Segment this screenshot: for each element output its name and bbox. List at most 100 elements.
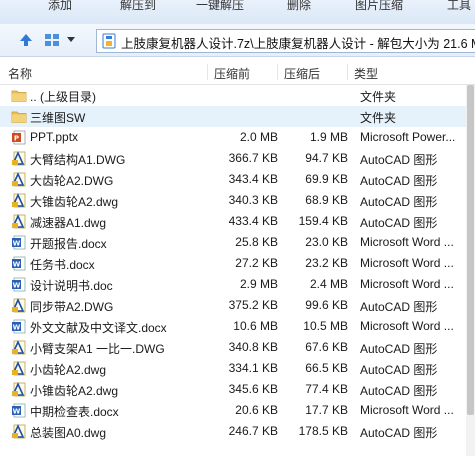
file-packed-size: 2.9 MB bbox=[239, 277, 278, 291]
address-row: 上肢康复机器人设计.7z\上肢康复机器人设计 - 解包大小为 21.6 M bbox=[0, 24, 475, 57]
file-size: 66.5 KB bbox=[305, 361, 348, 375]
file-name: 小齿轮A2.dwg bbox=[30, 363, 107, 377]
file-list: .. (上级目录) 文件夹 三维图SW 文件夹 P PPT.pptx 2.0 MB 1.9 M… bbox=[0, 85, 466, 442]
file-name: 大齿轮A2.DWG bbox=[30, 174, 114, 188]
dwg-icon bbox=[11, 361, 27, 376]
dwg-icon bbox=[11, 424, 27, 439]
file-name: 设计说明书.doc bbox=[30, 279, 113, 293]
up-arrow-icon[interactable] bbox=[16, 30, 36, 50]
svg-text:W: W bbox=[13, 282, 21, 290]
extract-to-button[interactable]: 解压到 bbox=[120, 0, 156, 13]
file-row[interactable]: 小臂支架A1 一比一.DWG 340.8 KB 67.6 KB AutoCAD 图形 bbox=[0, 337, 466, 358]
file-name: PPT.pptx bbox=[30, 130, 79, 144]
file-size: 23.0 KB bbox=[305, 235, 348, 249]
file-row[interactable]: 总装图A0.dwg 246.7 KB 178.5 KB AutoCAD 图形 bbox=[0, 421, 466, 442]
file-packed-size: 343.4 KB bbox=[228, 172, 278, 186]
word-icon: W bbox=[11, 403, 27, 418]
file-packed-size: 25.8 KB bbox=[235, 235, 278, 249]
svg-text:W: W bbox=[13, 324, 21, 332]
file-size: 99.6 KB bbox=[305, 298, 348, 312]
svg-text:P: P bbox=[14, 135, 19, 143]
file-type: AutoCAD 图形 bbox=[360, 195, 438, 209]
column-divider[interactable] bbox=[207, 64, 208, 80]
column-size[interactable]: 压缩后 bbox=[284, 65, 320, 82]
file-row[interactable]: .. (上级目录) 文件夹 bbox=[0, 85, 466, 106]
file-size: 17.7 KB bbox=[305, 403, 348, 417]
dwg-icon bbox=[11, 382, 27, 397]
file-size: 10.5 MB bbox=[303, 319, 348, 333]
vertical-scrollbar[interactable] bbox=[466, 85, 475, 456]
file-type: Microsoft Word ... bbox=[360, 235, 454, 249]
file-size: 23.2 KB bbox=[305, 256, 348, 270]
tools-button[interactable]: 工具 bbox=[447, 0, 471, 13]
chevron-down-icon[interactable] bbox=[64, 30, 78, 50]
file-type: Microsoft Word ... bbox=[360, 277, 454, 291]
delete-button[interactable]: 删除 bbox=[287, 0, 311, 13]
file-row[interactable]: W 开题报告.docx 25.8 KB 23.0 KB Microsoft Word .… bbox=[0, 232, 466, 253]
file-type: Microsoft Word ... bbox=[360, 319, 454, 333]
view-toggle-icon[interactable] bbox=[42, 30, 62, 50]
file-type: AutoCAD 图形 bbox=[360, 216, 438, 230]
scrollbar-thumb[interactable] bbox=[467, 85, 474, 415]
file-type: AutoCAD 图形 bbox=[360, 300, 438, 314]
image-compress-button[interactable]: 图片压缩 bbox=[355, 0, 403, 13]
file-name: 减速器A1.dwg bbox=[30, 216, 107, 230]
file-row[interactable]: W 中期检查表.docx 20.6 KB 17.7 KB Microsoft Word … bbox=[0, 400, 466, 421]
file-packed-size: 340.8 KB bbox=[228, 340, 278, 354]
file-row[interactable]: 大锥齿轮A2.dwg 340.3 KB 68.9 KB AutoCAD 图形 bbox=[0, 190, 466, 211]
file-row[interactable]: W 任务书.docx 27.2 KB 23.2 KB Microsoft Word ..… bbox=[0, 253, 466, 274]
file-type: 文件夹 bbox=[360, 90, 397, 104]
column-packed[interactable]: 压缩前 bbox=[214, 65, 250, 82]
folder-icon bbox=[11, 109, 27, 124]
file-name: 大锥齿轮A2.dwg bbox=[30, 195, 119, 209]
file-row[interactable]: 大臂结构A1.DWG 366.7 KB 94.7 KB AutoCAD 图形 bbox=[0, 148, 466, 169]
file-row[interactable]: 同步带A2.DWG 375.2 KB 99.6 KB AutoCAD 图形 bbox=[0, 295, 466, 316]
file-type: AutoCAD 图形 bbox=[360, 342, 438, 356]
dwg-icon bbox=[11, 340, 27, 355]
column-divider[interactable] bbox=[277, 64, 278, 80]
address-bar[interactable]: 上肢康复机器人设计.7z\上肢康复机器人设计 - 解包大小为 21.6 M bbox=[96, 29, 475, 53]
toolbar: 添加 解压到 一键解压 删除 图片压缩 工具 bbox=[0, 0, 475, 25]
file-size: 159.4 KB bbox=[298, 214, 348, 228]
file-row[interactable]: 小齿轮A2.dwg 334.1 KB 66.5 KB AutoCAD 图形 bbox=[0, 358, 466, 379]
file-size: 178.5 KB bbox=[298, 424, 348, 438]
add-button[interactable]: 添加 bbox=[48, 0, 72, 13]
address-path: 上肢康复机器人设计.7z\上肢康复机器人设计 - 解包大小为 21.6 M bbox=[121, 37, 475, 51]
file-size: 77.4 KB bbox=[305, 382, 348, 396]
file-name: 总装图A0.dwg bbox=[30, 426, 107, 440]
one-click-extract-button[interactable]: 一键解压 bbox=[196, 0, 244, 13]
file-packed-size: 433.4 KB bbox=[228, 214, 278, 228]
folder-icon bbox=[11, 88, 27, 103]
file-packed-size: 246.7 KB bbox=[228, 424, 278, 438]
file-size: 67.6 KB bbox=[305, 340, 348, 354]
file-packed-size: 340.3 KB bbox=[228, 193, 278, 207]
column-name[interactable]: 名称 bbox=[8, 65, 32, 82]
file-packed-size: 345.6 KB bbox=[228, 382, 278, 396]
file-row[interactable]: W 外文文献及中文译文.docx 10.6 MB 10.5 MB Microsoft W… bbox=[0, 316, 466, 337]
column-type[interactable]: 类型 bbox=[354, 65, 378, 82]
file-name: 小臂支架A1 一比一.DWG bbox=[30, 342, 165, 356]
powerpoint-icon: P bbox=[11, 130, 27, 145]
svg-text:W: W bbox=[13, 408, 21, 416]
file-row[interactable]: 三维图SW 文件夹 bbox=[0, 106, 466, 127]
file-row[interactable]: 减速器A1.dwg 433.4 KB 159.4 KB AutoCAD 图形 bbox=[0, 211, 466, 232]
column-divider[interactable] bbox=[347, 64, 348, 80]
file-packed-size: 366.7 KB bbox=[228, 151, 278, 165]
file-packed-size: 2.0 MB bbox=[239, 130, 278, 144]
file-row[interactable]: W 设计说明书.doc 2.9 MB 2.4 MB Microsoft Word ... bbox=[0, 274, 466, 295]
dwg-icon bbox=[11, 172, 27, 187]
file-packed-size: 375.2 KB bbox=[228, 298, 278, 312]
file-row[interactable]: 小锥齿轮A2.dwg 345.6 KB 77.4 KB AutoCAD 图形 bbox=[0, 379, 466, 400]
file-size: 94.7 KB bbox=[305, 151, 348, 165]
column-header: 名称 压缩前 压缩后 类型 bbox=[0, 60, 475, 85]
file-row[interactable]: P PPT.pptx 2.0 MB 1.9 MB Microsoft Power... bbox=[0, 127, 466, 148]
svg-text:W: W bbox=[13, 261, 21, 269]
file-type: AutoCAD 图形 bbox=[360, 426, 438, 440]
file-name: 大臂结构A1.DWG bbox=[30, 153, 126, 167]
file-size: 1.9 MB bbox=[309, 130, 348, 144]
file-packed-size: 27.2 KB bbox=[235, 256, 278, 270]
dwg-icon bbox=[11, 151, 27, 166]
file-name: 中期检查表.docx bbox=[30, 405, 119, 419]
archive-icon bbox=[101, 33, 117, 52]
file-row[interactable]: 大齿轮A2.DWG 343.4 KB 69.9 KB AutoCAD 图形 bbox=[0, 169, 466, 190]
